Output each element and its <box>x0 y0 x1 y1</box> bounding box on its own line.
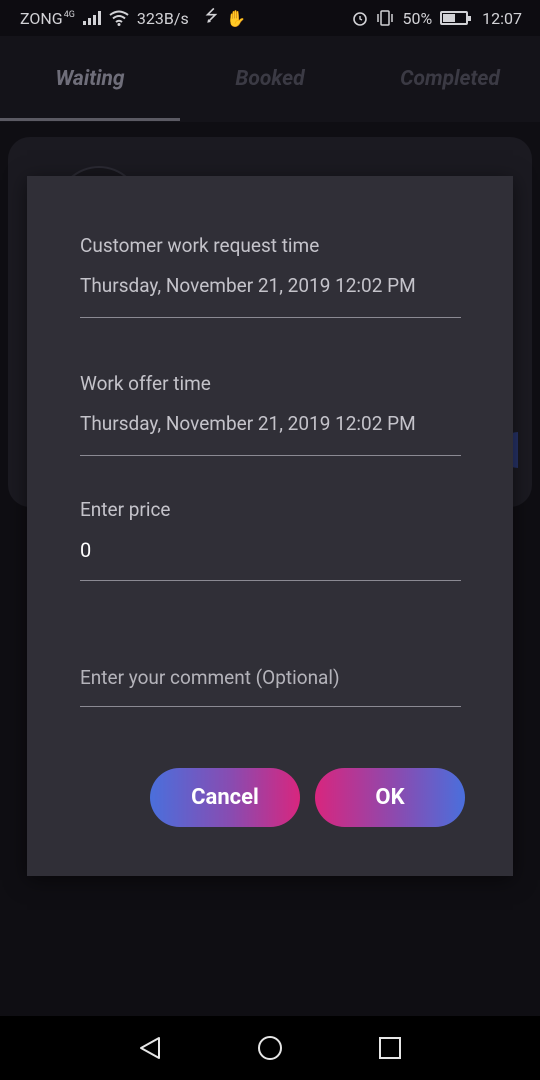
comment-input[interactable]: Enter your comment (Optional) <box>80 666 340 689</box>
tab-indicator <box>0 118 180 121</box>
tab-waiting[interactable]: Waiting <box>0 36 180 122</box>
request-time-label: Customer work request time <box>80 234 320 257</box>
signal-icon <box>82 11 101 25</box>
wifi-icon <box>109 10 129 26</box>
status-time: 12:07 <box>482 8 522 28</box>
back-icon[interactable] <box>130 1028 170 1068</box>
offer-time-value[interactable]: Thursday, November 21, 2019 12:02 PM <box>80 412 416 435</box>
tab-bar: Waiting Booked Completed <box>0 36 540 122</box>
alarm-icon <box>353 12 368 26</box>
vibrate-icon <box>377 10 394 26</box>
price-input[interactable]: 0 <box>80 538 91 562</box>
offer-time-label: Work offer time <box>80 372 211 395</box>
offer-dialog: Customer work request time Thursday, Nov… <box>27 176 513 876</box>
battery-percent: 50% <box>402 8 433 28</box>
home-icon[interactable] <box>250 1028 290 1068</box>
status-right: 50% 12:07 <box>352 9 522 28</box>
tab-completed[interactable]: Completed <box>360 36 540 122</box>
price-field[interactable]: Enter price 0 <box>80 498 461 581</box>
status-left: ZONG4G 323B/s ⭍ ✋ <box>20 5 246 32</box>
price-label: Enter price <box>80 498 171 521</box>
ok-button[interactable]: OK <box>315 768 465 827</box>
usb-icon: ⭍ <box>204 5 219 25</box>
recents-icon[interactable] <box>370 1028 410 1068</box>
network-type: 4G <box>63 10 75 21</box>
navigation-bar <box>0 1016 540 1080</box>
status-bar: ZONG4G 323B/s ⭍ ✋ 50% 12:07 <box>0 0 540 36</box>
offer-time-field[interactable]: Work offer time Thursday, November 21, 2… <box>80 372 461 456</box>
cancel-button[interactable]: Cancel <box>150 768 300 827</box>
battery-icon <box>440 11 472 25</box>
notification-hand-icon: ✋ <box>226 8 246 28</box>
comment-field[interactable]: Enter your comment (Optional) <box>80 664 461 707</box>
request-time-field: Customer work request time Thursday, Nov… <box>80 234 461 318</box>
carrier-label: ZONG4G <box>20 8 75 28</box>
network-speed: 323B/s <box>136 8 189 28</box>
tab-booked[interactable]: Booked <box>180 36 360 122</box>
request-time-value: Thursday, November 21, 2019 12:02 PM <box>80 274 416 297</box>
